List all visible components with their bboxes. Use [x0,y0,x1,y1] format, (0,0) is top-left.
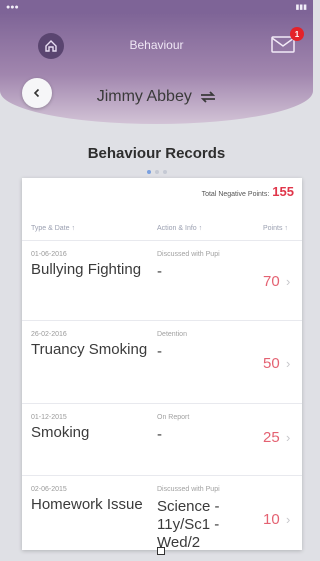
record-action: Discussed with Pupi [157,251,220,258]
record-points: 25 [263,429,280,446]
page-indicator [0,170,313,174]
record-info: - [157,263,162,280]
record-points: 10 [263,511,280,528]
table-row[interactable]: 01-06-2016 Bullying Fighting Discussed w… [22,240,302,320]
swap-icon[interactable] [200,91,216,103]
total-negative-points: Total Negative Points: 155 [202,184,294,199]
record-action: Discussed with Pupi [157,486,220,493]
record-date: 01-12-2015 [31,414,67,421]
record-type: Homework Issue [31,496,143,513]
chevron-right-icon: › [286,430,291,445]
notification-badge: 1 [290,27,304,41]
student-selector[interactable]: Jimmy Abbey [0,88,313,106]
record-date: 26-02-2016 [31,331,67,338]
top-bar: Behaviour 1 [0,22,313,70]
record-date: 01-06-2016 [31,251,67,258]
record-type: Bullying Fighting [31,261,142,278]
page-dot[interactable] [162,170,167,174]
record-points: 70 [263,273,280,290]
record-info: - [157,426,162,443]
page-dot[interactable] [154,170,159,174]
record-info: Science - 11y/Sc1 - Wed/2 [157,498,220,550]
app-title: Behaviour [129,38,184,52]
table-row[interactable]: 26-02-2016 Truancy Smoking Detention - 5… [22,320,302,403]
resize-handle[interactable] [157,547,165,555]
record-type: Smoking [31,424,90,441]
behaviour-records-card: Total Negative Points: 155 Type & Date ↑… [22,178,302,550]
record-date: 02-06-2015 [31,486,67,493]
status-bar: ●●● ▮▮▮ [0,0,313,14]
table-row[interactable]: 01-12-2015 Smoking On Report - 25 › [22,403,302,475]
page-dot[interactable] [146,170,151,174]
chevron-right-icon: › [286,274,291,289]
record-action: Detention [157,331,187,338]
column-header-type-date[interactable]: Type & Date ↑ [31,225,75,232]
record-type: Truancy Smoking [31,341,148,358]
battery-icon: ▮▮▮ [295,4,307,11]
table-row[interactable]: 02-06-2015 Homework Issue Discussed with… [22,475,302,550]
section-title: Behaviour Records [87,145,226,162]
record-points: 50 [263,355,280,372]
chevron-right-icon: › [286,512,291,527]
total-value: 155 [272,184,294,199]
signal-icon: ●●● [6,3,19,11]
chevron-right-icon: › [286,356,291,371]
student-name: Jimmy Abbey [96,88,192,105]
column-header-action-info[interactable]: Action & Info ↑ [157,225,202,232]
record-action: On Report [157,414,190,421]
total-label: Total Negative Points: [201,191,270,198]
column-header-points[interactable]: Points ↑ [263,225,288,232]
record-info: - [157,343,162,360]
